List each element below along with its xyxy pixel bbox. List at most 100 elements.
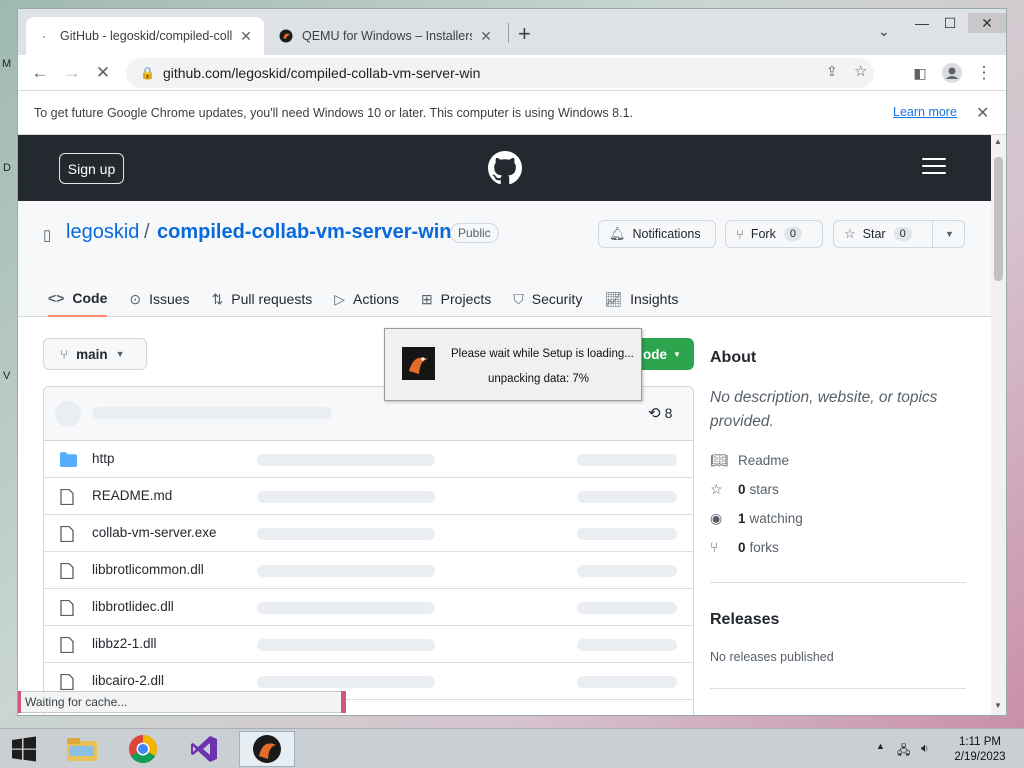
file-name[interactable]: libbrotlidec.dll — [92, 599, 174, 614]
close-window-button[interactable]: ✕ — [968, 13, 1006, 33]
file-row[interactable]: collab-vm-server.exe — [44, 515, 693, 552]
releases-heading[interactable]: Releases — [710, 611, 779, 629]
infobar-message: To get future Google Chrome updates, you… — [34, 105, 633, 120]
repo-name-link[interactable]: compiled-collab-vm-server-win — [157, 221, 452, 244]
setup-progress-text: unpacking data: 7% — [488, 373, 590, 385]
loading-skeleton — [257, 639, 435, 651]
tab-pull-requests[interactable]: ⇅ Pull requests — [212, 281, 313, 317]
close-icon[interactable]: ✕ — [238, 28, 254, 45]
about-heading: About — [710, 349, 757, 366]
tab-divider — [508, 23, 509, 43]
star-button[interactable]: ☆ Star 0 ▼ — [833, 220, 965, 248]
share-icon[interactable]: ⇪ — [826, 63, 838, 80]
watching-link[interactable]: ◉ 1 watching — [710, 510, 803, 527]
tab-insights[interactable]: 📈︎ Insights — [604, 281, 678, 317]
file-explorer-icon[interactable] — [56, 731, 108, 767]
forward-icon[interactable]: → — [60, 61, 84, 85]
close-icon[interactable]: ✕ — [478, 28, 494, 45]
tab-security[interactable]: ⛉ Security — [513, 281, 582, 317]
code-button-label: ode — [643, 346, 668, 362]
tray-expand-icon[interactable]: ▲ — [876, 741, 885, 751]
loading-skeleton — [257, 454, 435, 466]
scrollbar-thumb[interactable] — [994, 157, 1003, 281]
star-label: Star — [862, 227, 886, 241]
fork-icon: ⑂ — [736, 226, 744, 242]
stars-link[interactable]: ☆ 0 stars — [710, 481, 779, 498]
file-list: ⟲ 8 http README.md collab-vm-server.exe — [43, 386, 694, 715]
file-name[interactable]: collab-vm-server.exe — [92, 525, 217, 540]
tab-label: Insights — [630, 291, 679, 307]
forks-link[interactable]: ⑂ 0 forks — [710, 539, 779, 555]
commit-history-link[interactable]: ⟲ 8 — [648, 404, 672, 422]
repo-header: ▯ legoskid / compiled-collab-vm-server-w… — [18, 201, 991, 317]
menu-kebab-icon[interactable]: ⋮ — [972, 61, 996, 85]
system-clock[interactable]: 1:11 PM 2/19/2023 — [950, 735, 1010, 765]
setup-message: Please wait while Setup is loading... — [451, 348, 634, 360]
tab-actions[interactable]: ▷ Actions — [334, 281, 399, 317]
new-tab-button[interactable]: + — [518, 21, 531, 47]
file-name[interactable]: README.md — [92, 488, 172, 503]
minimize-button[interactable]: — — [907, 13, 937, 33]
tab-code[interactable]: <> Code — [48, 281, 108, 317]
file-name[interactable]: http — [92, 451, 115, 466]
profile-avatar-icon[interactable] — [940, 61, 964, 85]
scroll-down-icon[interactable]: ▼ — [994, 701, 1002, 710]
file-row[interactable]: README.md — [44, 478, 693, 515]
side-panel-icon[interactable]: ◧ — [908, 61, 932, 85]
file-name[interactable]: libbz2-1.dll — [92, 636, 157, 651]
stop-loading-icon[interactable]: ✕ — [91, 61, 115, 85]
watching-count: 1 — [738, 511, 746, 526]
browser-window: · GitHub - legoskid/compiled-colla ✕ QEM… — [17, 8, 1007, 716]
back-icon[interactable]: ← — [28, 61, 52, 85]
browser-toolbar: ← → ✕ 🔒 github.com/legoskid/compiled-col… — [18, 55, 1006, 91]
scroll-up-icon[interactable]: ▲ — [994, 137, 1002, 146]
branch-selector[interactable]: ⑂ main ▼ — [43, 338, 147, 370]
readme-link[interactable]: 📖︎ Readme — [710, 452, 789, 469]
tab-qemu[interactable]: QEMU for Windows – Installers ( ✕ — [268, 17, 504, 55]
fork-icon: ⑂ — [710, 539, 719, 555]
start-button[interactable] — [0, 731, 48, 767]
fork-button[interactable]: ⑂ Fork 0 — [725, 220, 823, 248]
sign-up-button[interactable]: Sign up — [59, 153, 124, 184]
file-name[interactable]: libbrotlicommon.dll — [92, 562, 204, 577]
code-icon: <> — [48, 290, 65, 306]
maximize-button[interactable]: ☐ — [935, 13, 965, 33]
address-bar[interactable]: 🔒 github.com/legoskid/compiled-collab-vm… — [126, 58, 874, 88]
file-row[interactable]: http — [44, 441, 693, 478]
windows-logo-icon — [12, 736, 36, 762]
qemu-favicon-icon — [278, 28, 294, 44]
avatar-placeholder — [55, 401, 81, 427]
visual-studio-icon[interactable] — [178, 731, 230, 767]
loading-skeleton — [577, 528, 677, 540]
tab-github[interactable]: · GitHub - legoskid/compiled-colla ✕ — [26, 17, 264, 55]
file-row[interactable]: libbrotlicommon.dll — [44, 552, 693, 589]
status-text: Waiting for cache... — [25, 695, 128, 709]
divider — [710, 582, 966, 583]
tab-label: Projects — [440, 291, 492, 307]
tab-strip: · GitHub - legoskid/compiled-colla ✕ QEM… — [18, 9, 1006, 55]
tab-label: Security — [531, 291, 583, 307]
bookmark-star-icon[interactable]: ☆ — [854, 62, 867, 80]
loading-skeleton — [257, 528, 435, 540]
branch-name: main — [76, 346, 108, 362]
repo-owner-link[interactable]: legoskid — [66, 221, 139, 244]
about-description: No description, website, or topics provi… — [710, 389, 938, 430]
infobar-close-icon[interactable]: ✕ — [976, 103, 989, 123]
file-row[interactable]: libbz2-1.dll — [44, 626, 693, 663]
star-dropdown-icon[interactable]: ▼ — [932, 221, 966, 247]
tab-search-button[interactable]: ⌄ — [878, 23, 890, 40]
notifications-button[interactable]: 🔔︎ Notifications — [598, 220, 716, 248]
tab-issues[interactable]: ⊙ Issues — [129, 281, 189, 317]
network-icon[interactable]: 🖧︎ — [897, 741, 910, 762]
tab-projects[interactable]: ⊞ Projects — [421, 281, 491, 317]
volume-icon[interactable]: 🔉︎ — [921, 741, 929, 756]
desktop-icon-fragment: D — [3, 162, 11, 174]
qemu-installer-taskbar-icon[interactable] — [239, 731, 295, 767]
github-logo-icon[interactable] — [488, 151, 522, 185]
file-name[interactable]: libcairo-2.dll — [92, 673, 164, 688]
chrome-icon[interactable] — [117, 731, 169, 767]
hamburger-menu-icon[interactable] — [922, 158, 946, 178]
learn-more-link[interactable]: Learn more — [893, 105, 957, 119]
file-row[interactable]: libbrotlidec.dll — [44, 589, 693, 626]
repo-path-separator: / — [144, 221, 150, 243]
